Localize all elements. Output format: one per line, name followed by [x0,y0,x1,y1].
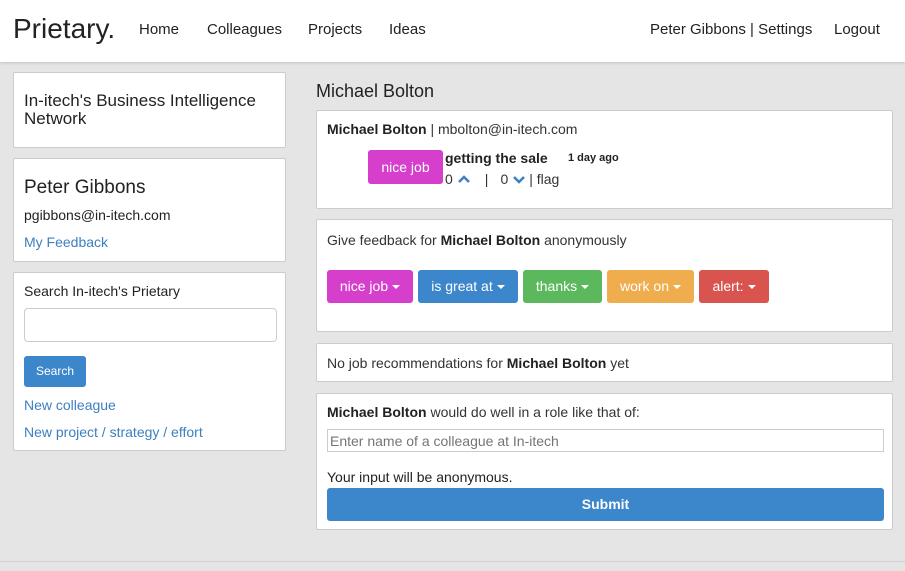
nav-home[interactable]: Home [139,21,179,38]
brand-logo[interactable]: Prietary. [13,13,115,45]
recommendations-suffix: yet [610,355,629,371]
vote-divider: | [484,171,489,187]
feedback-time: 1 day ago [568,152,619,164]
anonymous-note: Your input will be anonymous. [327,469,513,485]
search-panel: Search In-itech's Prietary Search New co… [13,272,286,451]
user-panel: Peter Gibbons pgibbons@in-itech.com My F… [13,158,286,262]
new-project-link[interactable]: New project / strategy / effort [24,424,203,440]
profile-panel: Michael Bolton | mbolton@in-itech.com ni… [316,110,893,209]
flag-link[interactable]: | flag [529,171,559,187]
nav-user-settings[interactable]: Peter Gibbons | Settings [650,21,812,38]
network-title: In-itech's Business Intelligence Network [24,91,256,128]
nav-logout[interactable]: Logout [834,21,880,38]
recommendations-text: No job recommendations for Michael Bolto… [327,355,629,371]
profile-email: mbolton@in-itech.com [437,121,578,137]
work-on-dropdown[interactable]: work on [607,270,694,303]
nav-ideas[interactable]: Ideas [389,21,426,38]
nice-job-dropdown[interactable]: nice job [327,270,413,303]
colleague-name-input[interactable] [327,429,884,452]
give-feedback-panel: Give feedback for Michael Bolton anonymo… [316,219,893,332]
caret-down-icon [392,285,401,290]
profile-name: Michael Bolton [327,121,427,137]
thanks-dropdown[interactable]: thanks [523,270,602,303]
feedback-text: getting the sale [445,150,548,166]
search-input[interactable] [24,308,277,342]
is-great-at-dropdown[interactable]: is great at [418,270,518,303]
role-name: Michael Bolton [327,404,427,420]
search-label: Search In-itech's Prietary [24,283,180,299]
give-feedback-name: Michael Bolton [440,232,541,248]
user-email: pgibbons@in-itech.com [24,207,171,223]
alert-dropdown[interactable]: alert: [699,270,769,303]
my-feedback-link[interactable]: My Feedback [24,234,108,250]
nav-projects[interactable]: Projects [308,21,362,38]
nav-colleagues[interactable]: Colleagues [207,21,282,38]
chevron-up-icon[interactable] [457,174,471,184]
recommendations-prefix: No job recommendations for [327,355,503,371]
caret-down-icon [496,285,505,290]
alert-label: alert: [712,278,744,294]
is-great-at-label: is great at [431,278,493,294]
profile-separator: | [430,121,435,137]
role-text: would do well in a role like that of: [430,404,640,420]
work-on-label: work on [619,278,670,294]
submit-button[interactable]: Submit [327,488,884,521]
new-colleague-link[interactable]: New colleague [24,397,116,413]
downvote-count: 0 [500,171,509,187]
navbar: Prietary. Home Colleagues Projects Ideas… [0,0,905,62]
chevron-down-icon[interactable] [512,174,526,184]
give-feedback-suffix: anonymously [544,232,627,248]
caret-down-icon [747,285,756,290]
feedback-tag-badge: nice job [368,150,443,184]
user-name: Peter Gibbons [24,177,146,198]
vote-row: 0 | 0 | flag [445,171,559,187]
recommendations-name: Michael Bolton [506,355,607,371]
nice-job-label: nice job [339,278,389,294]
page-title: Michael Bolton [316,81,435,101]
caret-down-icon [673,285,682,290]
search-button[interactable]: Search [24,356,86,387]
give-feedback-label: Give feedback for Michael Bolton anonymo… [327,232,627,248]
profile-header: Michael Bolton | mbolton@in-itech.com [327,121,577,137]
footer-divider [0,561,905,562]
role-label: Michael Bolton would do well in a role l… [327,404,640,420]
give-feedback-prefix: Give feedback for [327,232,437,248]
network-panel: In-itech's Business Intelligence Network [13,72,286,148]
caret-down-icon [581,285,590,290]
thanks-label: thanks [535,278,578,294]
upvote-count: 0 [445,171,453,187]
role-panel: Michael Bolton would do well in a role l… [316,393,893,530]
recommendations-panel: No job recommendations for Michael Bolto… [316,343,893,382]
